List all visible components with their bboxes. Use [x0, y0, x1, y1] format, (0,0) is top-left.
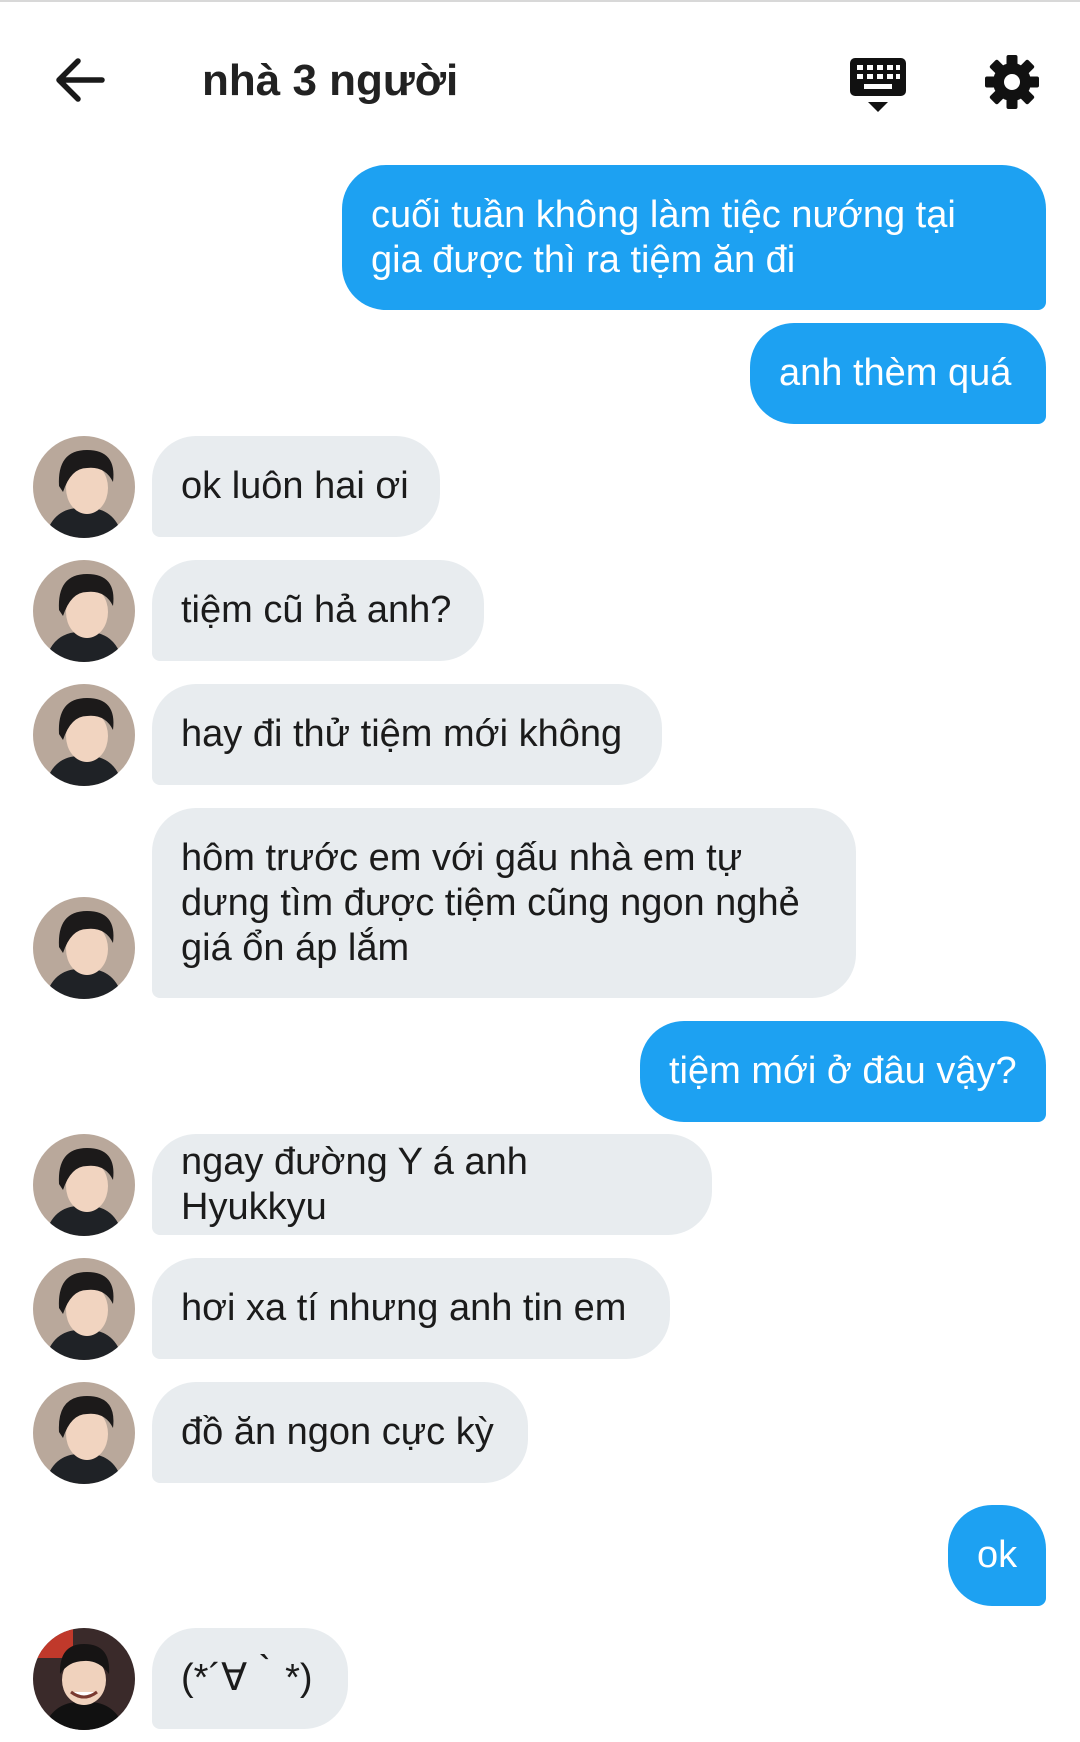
incoming-message[interactable]: (*´∀｀*) [152, 1628, 348, 1729]
incoming-message[interactable]: đồ ăn ngon cực kỳ [152, 1382, 528, 1483]
avatar[interactable] [33, 1382, 135, 1484]
incoming-message[interactable]: hôm trước em với gấu nhà em tự dưng tìm … [152, 808, 856, 998]
arrow-left-icon[interactable] [52, 52, 108, 108]
chat-header: nhà 3 người [0, 2, 1080, 152]
incoming-message[interactable]: tiệm cũ hả anh? [152, 560, 484, 661]
outgoing-message[interactable]: tiệm mới ở đâu vậy? [640, 1021, 1046, 1122]
outgoing-message[interactable]: cuối tuần không làm tiệc nướng tại gia đ… [342, 165, 1046, 310]
outgoing-message[interactable]: anh thèm quá [750, 323, 1046, 424]
incoming-message[interactable]: ngay đường Y á anh Hyukkyu [152, 1134, 712, 1235]
avatar[interactable] [33, 1134, 135, 1236]
conversation-title: nhà 3 người [202, 56, 459, 105]
avatar[interactable] [33, 684, 135, 786]
incoming-message[interactable]: ok luôn hai ơi [152, 436, 440, 537]
avatar[interactable] [33, 1258, 135, 1360]
keyboard-icon[interactable] [848, 56, 908, 114]
incoming-message[interactable]: hay đi thử tiệm mới không [152, 684, 662, 785]
outgoing-message[interactable]: ok [948, 1505, 1046, 1606]
avatar[interactable] [33, 1628, 135, 1730]
incoming-message[interactable]: hơi xa tí nhưng anh tin em [152, 1258, 670, 1359]
avatar[interactable] [33, 560, 135, 662]
avatar[interactable] [33, 897, 135, 999]
avatar[interactable] [33, 436, 135, 538]
gear-icon[interactable] [984, 54, 1040, 110]
